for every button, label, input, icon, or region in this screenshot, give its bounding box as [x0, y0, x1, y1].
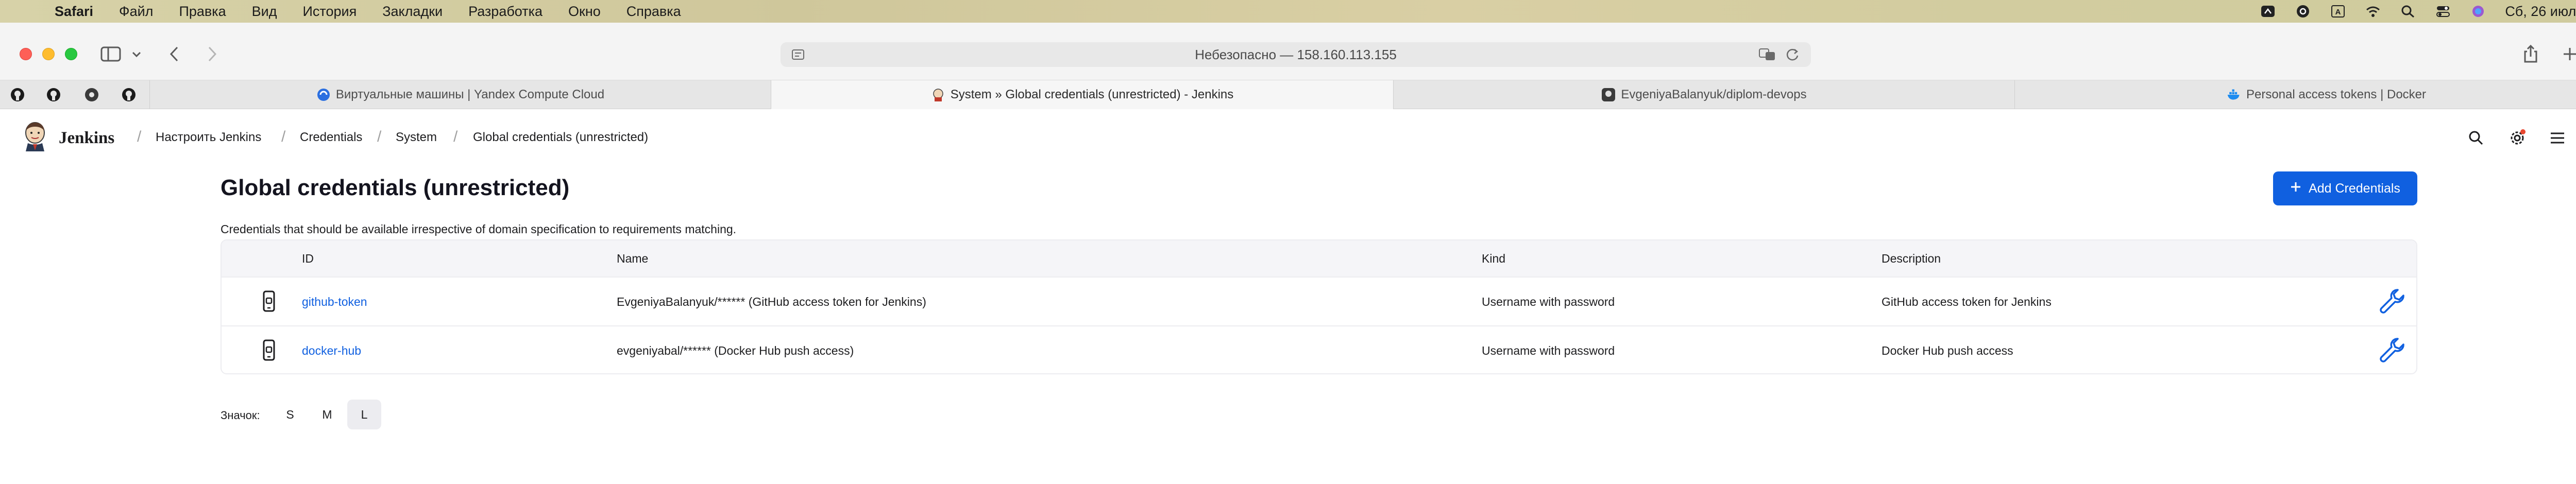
page-description: Credentials that should be available irr…	[221, 222, 737, 236]
breadcrumb-separator: /	[137, 128, 142, 145]
tab-label: Personal access tokens | Docker	[2246, 88, 2427, 101]
menubar-datetime[interactable]: Сб, 26 июля 19:25	[2505, 4, 2576, 20]
breadcrumb-separator: /	[377, 128, 382, 145]
credential-name: EvgeniyaBalanyuk/****** (GitHub access t…	[617, 295, 926, 308]
macos-menubar: Safari Файл Правка Вид История Закладки …	[0, 0, 2576, 23]
svg-text:A: A	[2335, 8, 2341, 16]
add-credentials-button[interactable]: Add Credentials	[2273, 171, 2417, 205]
chevron-down-icon[interactable]	[129, 43, 144, 65]
minimize-window-button[interactable]	[42, 48, 55, 60]
wifi-icon[interactable]	[2365, 4, 2381, 19]
tab-bar: Виртуальные машины | Yandex Compute Clou…	[0, 80, 2576, 109]
breadcrumb-separator: /	[453, 128, 458, 145]
menu-app-safari[interactable]: Safari	[55, 4, 93, 20]
jenkins-logo-icon[interactable]	[23, 122, 47, 151]
breadcrumb-separator: /	[281, 128, 286, 145]
credential-kind: Username with password	[1482, 295, 1615, 308]
mobile-credential-icon	[259, 290, 279, 314]
docker-icon	[2227, 88, 2241, 102]
menu-help[interactable]: Справка	[626, 4, 681, 20]
table-header: ID Name Kind Description	[222, 240, 2416, 276]
pinned-tab-chrome-icon[interactable]	[82, 85, 101, 104]
tab-docker[interactable]: Personal access tokens | Docker	[2014, 80, 2576, 109]
translate-icon[interactable]	[1758, 47, 1776, 65]
github-avatar-icon	[1601, 88, 1616, 102]
tab-yandex-cloud[interactable]: Виртуальные машины | Yandex Compute Clou…	[149, 80, 771, 109]
credential-kind: Username with password	[1482, 344, 1615, 357]
tab-label: EvgeniyaBalanyuk/diplom-devops	[1621, 88, 1807, 101]
tab-jenkins[interactable]: System » Global credentials (unrestricte…	[771, 80, 1393, 109]
table-row: github-token EvgeniyaBalanyuk/****** (Gi…	[222, 276, 2416, 325]
search-icon[interactable]	[2466, 128, 2486, 148]
menu-bookmarks[interactable]: Закладки	[382, 4, 443, 20]
mobile-credential-icon	[259, 339, 279, 362]
menu-window[interactable]: Окно	[568, 4, 601, 20]
back-button[interactable]	[164, 43, 184, 65]
pinned-tab-github-icon[interactable]	[44, 85, 63, 104]
address-bar[interactable]: Небезопасно — 158.160.113.155	[781, 42, 1811, 67]
menu-view[interactable]: Вид	[252, 4, 277, 20]
page-title: Global credentials (unrestricted)	[221, 175, 570, 200]
menu-icon[interactable]	[2547, 128, 2568, 148]
address-text: Небезопасно — 158.160.113.155	[1195, 46, 1397, 62]
column-header-kind[interactable]: Kind	[1482, 252, 1505, 266]
menu-file[interactable]: Файл	[119, 4, 153, 20]
reload-icon[interactable]	[1785, 47, 1800, 65]
column-header-description[interactable]: Description	[1882, 252, 1941, 266]
tab-label: System » Global credentials (unrestricte…	[950, 88, 1234, 101]
breadcrumb-system[interactable]: System	[396, 130, 437, 145]
spotlight-icon[interactable]	[2400, 4, 2416, 19]
credentials-table: ID Name Kind Description github-token Ev…	[221, 239, 2417, 374]
jenkins-icon	[931, 88, 945, 102]
zoom-window-button[interactable]	[65, 48, 77, 60]
credential-description: Docker Hub push access	[1882, 344, 2013, 357]
share-icon[interactable]	[2520, 43, 2541, 65]
sidebar-toggle-icon[interactable]	[98, 43, 124, 65]
forward-button[interactable]	[202, 43, 223, 65]
new-tab-icon[interactable]	[2560, 43, 2576, 65]
wrench-icon[interactable]	[2377, 287, 2406, 316]
wrench-icon[interactable]	[2377, 336, 2406, 365]
credential-id-link[interactable]: docker-hub	[302, 344, 361, 358]
table-row: docker-hub evgeniyabal/****** (Docker Hu…	[222, 325, 2416, 373]
breadcrumb-global-credentials[interactable]: Global credentials (unrestricted)	[473, 130, 648, 145]
jenkins-brand[interactable]: Jenkins	[59, 129, 114, 148]
dropzone-icon[interactable]	[2260, 4, 2276, 19]
tab-github-repo[interactable]: EvgeniyaBalanyuk/diplom-devops	[1393, 80, 2014, 109]
pinned-tab-github-icon[interactable]	[8, 85, 27, 104]
credential-name: evgeniyabal/****** (Docker Hub push acce…	[617, 344, 854, 357]
icon-size-s-button[interactable]: S	[273, 400, 307, 429]
manage-settings-icon[interactable]	[2507, 128, 2528, 148]
icon-size-l-button[interactable]: L	[347, 400, 381, 429]
menu-edit[interactable]: Правка	[179, 4, 226, 20]
plus-icon	[2290, 181, 2301, 196]
pinned-tab-github-icon[interactable]	[120, 85, 138, 104]
tab-label: Виртуальные машины | Yandex Compute Clou…	[335, 88, 605, 101]
column-header-name[interactable]: Name	[617, 252, 648, 266]
add-credentials-label: Add Credentials	[2309, 181, 2400, 196]
input-source-icon[interactable]: A	[2330, 4, 2346, 19]
jenkins-header: Jenkins / Настроить Jenkins / Credential…	[0, 109, 2576, 170]
credential-description: GitHub access token for Jenkins	[1882, 295, 2052, 308]
siri-icon[interactable]	[2470, 4, 2486, 19]
page-menu-icon[interactable]	[791, 48, 805, 64]
column-header-id[interactable]: ID	[302, 252, 314, 266]
menu-develop[interactable]: Разработка	[468, 4, 543, 20]
icon-size-label: Значок:	[221, 409, 260, 422]
menu-history[interactable]: История	[303, 4, 357, 20]
yandex-cloud-icon	[316, 88, 331, 102]
breadcrumb-credentials[interactable]: Credentials	[300, 130, 362, 145]
breadcrumb-manage-jenkins[interactable]: Настроить Jenkins	[156, 130, 261, 145]
control-center-icon[interactable]	[2435, 4, 2451, 19]
close-window-button[interactable]	[20, 48, 32, 60]
creative-cloud-icon[interactable]	[2295, 4, 2311, 19]
credential-id-link[interactable]: github-token	[302, 295, 367, 309]
icon-size-m-button[interactable]: M	[310, 400, 344, 429]
